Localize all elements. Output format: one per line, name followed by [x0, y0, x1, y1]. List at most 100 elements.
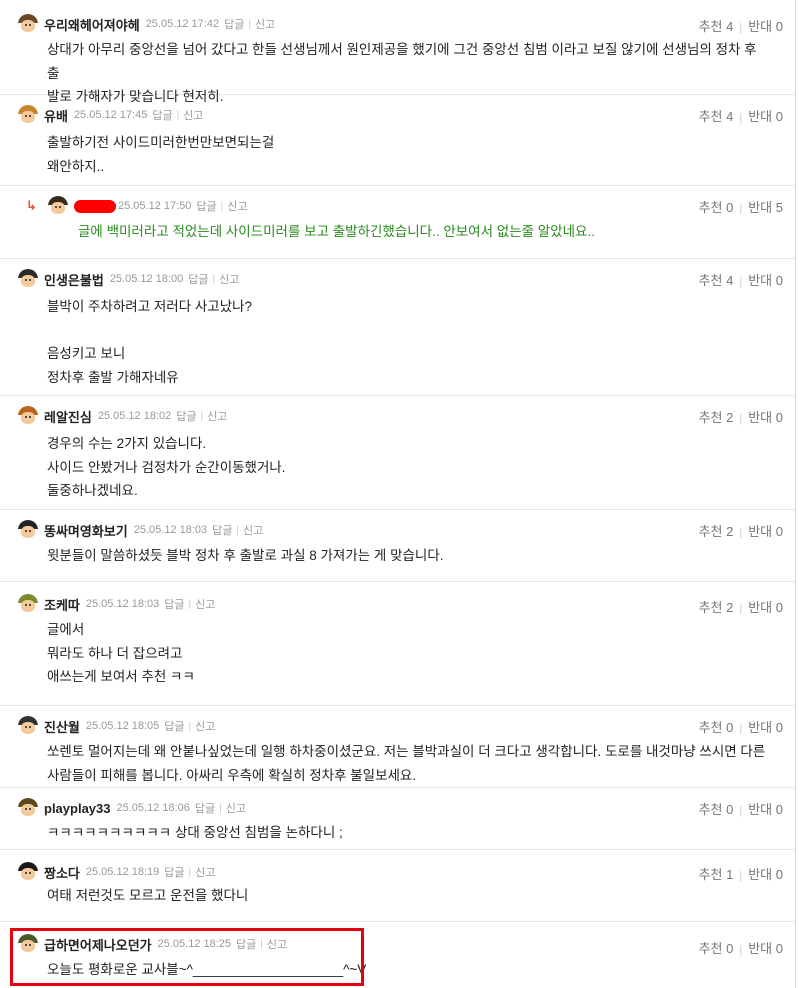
- comment-meta: 똥싸며영화보기 25.05.12 18:03 답글 | 신고: [18, 520, 263, 540]
- recommend-count: 4: [726, 273, 734, 288]
- avatar[interactable]: [48, 196, 68, 216]
- report-link[interactable]: 신고: [243, 522, 263, 538]
- nickname[interactable]: playplay33: [44, 801, 111, 816]
- report-link[interactable]: 신고: [183, 107, 203, 123]
- recommend-button[interactable]: 추천 2: [699, 524, 734, 539]
- comment-meta: 25.05.12 17:50 답글 | 신고: [48, 196, 248, 216]
- recommend-button[interactable]: 추천 4: [699, 109, 734, 124]
- comment-text: 블박이 주차하려고 저러다 사고났나? 음성키고 보니 정차후 출발 가해자네유: [47, 299, 253, 385]
- recommend-count: 2: [726, 524, 734, 539]
- recommend-count: 0: [726, 720, 734, 735]
- nickname[interactable]: 레알진심: [44, 407, 92, 426]
- oppose-button[interactable]: 반대 0: [748, 867, 783, 882]
- reply-link[interactable]: 답글: [196, 198, 216, 214]
- recommend-button[interactable]: 추천 4: [699, 19, 734, 34]
- comment-date: 25.05.12 18:00: [109, 273, 184, 285]
- recommend-count: 0: [726, 941, 734, 956]
- avatar[interactable]: [18, 406, 38, 426]
- oppose-button[interactable]: 반대 0: [748, 273, 783, 288]
- comment-item: 짱소다 25.05.12 18:19 답글 | 신고 추천 1 | 반대 0 여태 저런…: [0, 850, 795, 922]
- reply-link[interactable]: 답글: [195, 800, 215, 816]
- oppose-button[interactable]: 반대 0: [748, 802, 783, 817]
- nickname[interactable]: 우리왜헤어져야헤: [44, 15, 140, 34]
- report-link[interactable]: 신고: [195, 596, 215, 612]
- reply-link[interactable]: 답글: [152, 107, 172, 123]
- reply-link[interactable]: 답글: [164, 718, 184, 734]
- reply-link[interactable]: 답글: [176, 408, 196, 424]
- comment-date: 25.05.12 17:42: [145, 18, 220, 30]
- nickname[interactable]: 조케따: [44, 595, 80, 614]
- report-link[interactable]: 신고: [207, 408, 227, 424]
- oppose-count: 0: [775, 273, 783, 288]
- reply-link[interactable]: 답글: [224, 16, 244, 32]
- report-link[interactable]: 신고: [195, 864, 215, 880]
- reply-arrow-icon: ↳: [26, 198, 37, 213]
- reply-link[interactable]: 답글: [164, 864, 184, 880]
- comment-meta: 인생은불법 25.05.12 18:00 답글 | 신고: [18, 269, 239, 289]
- oppose-button[interactable]: 반대 0: [748, 109, 783, 124]
- vote-box: 추천 0 | 반대 0: [698, 802, 783, 817]
- recommend-button[interactable]: 추천 0: [699, 941, 734, 956]
- recommend-button[interactable]: 추천 0: [699, 802, 734, 817]
- report-link[interactable]: 신고: [195, 718, 215, 734]
- reply-link[interactable]: 답글: [164, 596, 184, 612]
- recommend-button[interactable]: 추천 0: [699, 720, 734, 735]
- nickname[interactable]: 진산월: [44, 717, 80, 736]
- report-link[interactable]: 신고: [219, 271, 239, 287]
- vote-box: 추천 1 | 반대 0: [698, 867, 783, 882]
- oppose-button[interactable]: 반대 0: [748, 720, 783, 735]
- recommend-count: 0: [726, 802, 734, 817]
- oppose-count: 5: [775, 200, 783, 215]
- avatar[interactable]: [18, 862, 38, 882]
- comment-item: 인생은불법 25.05.12 18:00 답글 | 신고 추천 4 | 반대 0 블박이…: [0, 259, 795, 396]
- oppose-count: 0: [775, 19, 783, 34]
- oppose-button[interactable]: 반대 5: [748, 200, 783, 215]
- oppose-button[interactable]: 반대 0: [748, 600, 783, 615]
- comment-item: 유배 25.05.12 17:45 답글 | 신고 추천 4 | 반대 0 출발하기전 …: [0, 95, 795, 186]
- avatar[interactable]: [18, 14, 38, 34]
- comment-item: 진산월 25.05.12 18:05 답글 | 신고 추천 0 | 반대 0 쏘렌토 멀…: [0, 706, 795, 788]
- avatar[interactable]: [18, 716, 38, 736]
- report-link[interactable]: 신고: [227, 198, 247, 214]
- oppose-button[interactable]: 반대 0: [748, 410, 783, 425]
- reply-link[interactable]: 답글: [212, 522, 232, 538]
- oppose-button[interactable]: 반대 0: [748, 941, 783, 956]
- comment-meta: playplay33 25.05.12 18:06 답글 | 신고: [18, 798, 246, 818]
- oppose-count: 0: [775, 720, 783, 735]
- recommend-button[interactable]: 추천 4: [699, 273, 734, 288]
- avatar[interactable]: [18, 594, 38, 614]
- comment-meta: 우리왜헤어져야헤 25.05.12 17:42 답글 | 신고: [18, 14, 275, 34]
- oppose-count: 0: [775, 524, 783, 539]
- vote-box: 추천 0 | 반대 5: [698, 200, 783, 215]
- comment-date: 25.05.12 18:05: [85, 720, 160, 732]
- nickname[interactable]: 인생은불법: [44, 270, 104, 289]
- comment-date: 25.05.12 18:02: [97, 410, 172, 422]
- avatar[interactable]: [18, 105, 38, 125]
- comment-item: 조케따 25.05.12 18:03 답글 | 신고 추천 2 | 반대 0 글에서 뭐…: [0, 582, 795, 706]
- nickname[interactable]: 똥싸며영화보기: [44, 521, 128, 540]
- comment-meta: 조케따 25.05.12 18:03 답글 | 신고: [18, 594, 215, 614]
- vote-box: 추천 2 | 반대 0: [698, 600, 783, 615]
- comment-item: 우리왜헤어져야헤 25.05.12 17:42 답글 | 신고 추천 4 | 반대 0 …: [0, 0, 795, 104]
- recommend-button[interactable]: 추천 2: [699, 600, 734, 615]
- nickname[interactable]: 유배: [44, 106, 68, 125]
- oppose-count: 0: [775, 941, 783, 956]
- recommend-button[interactable]: 추천 2: [699, 410, 734, 425]
- report-link[interactable]: 신고: [255, 16, 275, 32]
- avatar[interactable]: [18, 520, 38, 540]
- comment-item: playplay33 25.05.12 18:06 답글 | 신고 추천 0 | 반대 …: [0, 788, 795, 850]
- recommend-button[interactable]: 추천 1: [699, 867, 734, 882]
- comment-text: 글에 백미러라고 적었는데 사이드미러를 보고 출발하긴했습니다.. 안보여서 …: [78, 224, 595, 239]
- recommend-count: 0: [726, 200, 734, 215]
- oppose-button[interactable]: 반대 0: [748, 524, 783, 539]
- comment-date: 25.05.12 18:06: [116, 802, 190, 814]
- nickname[interactable]: 짱소다: [44, 863, 80, 882]
- reply-link[interactable]: 답글: [188, 271, 208, 287]
- avatar[interactable]: [18, 269, 38, 289]
- recommend-button[interactable]: 추천 0: [699, 200, 734, 215]
- avatar[interactable]: [18, 798, 38, 818]
- oppose-button[interactable]: 반대 0: [748, 19, 783, 34]
- comment-date: 25.05.12 17:50: [118, 200, 192, 212]
- report-link[interactable]: 신고: [226, 800, 246, 816]
- comment-text: 경우의 수는 2가지 있습니다. 사이드 안봤거나 검정차가 순간이동했거나. …: [47, 436, 286, 498]
